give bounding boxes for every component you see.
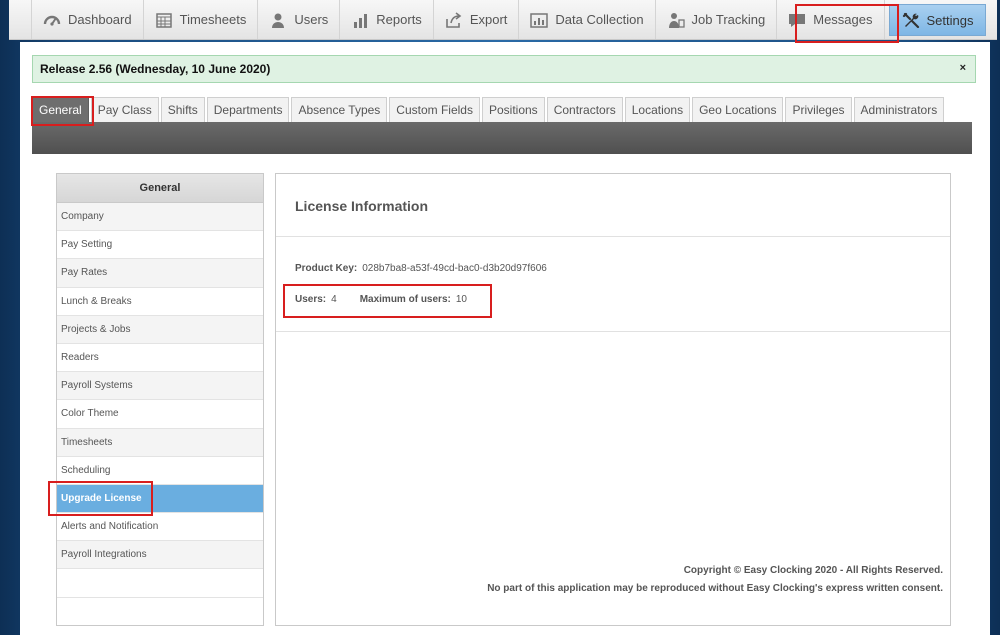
close-icon[interactable]: × xyxy=(960,62,966,74)
tab-contractors[interactable]: Contractors xyxy=(546,97,623,122)
copyright-text: Copyright © Easy Clocking 2020 - All Rig… xyxy=(683,565,943,576)
nav-label: Export xyxy=(469,12,508,27)
product-key-value: 028b7ba8-a53f-49cd-bac0-d3b20d97f606 xyxy=(362,263,547,274)
sidebar-item-empty xyxy=(57,569,263,598)
sidebar-item-scheduling[interactable]: Scheduling xyxy=(57,457,263,485)
message-icon xyxy=(789,13,806,27)
max-users-value: 10 xyxy=(455,294,467,305)
sidebar-item-timesheets[interactable]: Timesheets xyxy=(57,428,263,457)
nav-export[interactable]: Export xyxy=(434,0,520,39)
tab-privileges[interactable]: Privileges xyxy=(785,97,852,122)
sidebar-header: General xyxy=(57,174,263,203)
max-users-label: Maximum of users: xyxy=(359,294,451,305)
nav-settings[interactable]: Settings xyxy=(888,4,987,36)
sidebar-item-lunch-breaks[interactable]: Lunch & Breaks xyxy=(57,288,263,316)
divider xyxy=(276,331,950,332)
bar-chart-icon xyxy=(354,13,368,28)
nav-label: Users xyxy=(294,12,329,27)
data-collection-icon xyxy=(530,12,549,28)
tab-geo-locations[interactable]: Geo Locations xyxy=(692,97,784,122)
sidebar-list: Company Pay Setting Pay Rates Lunch & Br… xyxy=(57,203,263,598)
users-value: 4 xyxy=(331,294,337,305)
tab-locations[interactable]: Locations xyxy=(624,97,691,122)
release-banner: Release 2.56 (Wednesday, 10 June 2020) × xyxy=(32,55,976,83)
copyright-notice: No part of this application may be repro… xyxy=(487,583,943,594)
sidebar-item-upgrade-license[interactable]: Upgrade License xyxy=(57,484,263,514)
tab-shifts[interactable]: Shifts xyxy=(160,97,205,122)
nav-reports[interactable]: Reports xyxy=(340,0,434,39)
settings-icon xyxy=(902,12,919,28)
tab-positions[interactable]: Positions xyxy=(481,97,545,122)
tab-content-header xyxy=(32,122,972,154)
export-icon xyxy=(446,11,462,28)
nav-label: Data Collection xyxy=(555,12,644,27)
divider xyxy=(276,236,950,237)
users-label: Users: xyxy=(295,294,327,305)
nav-label: Reports xyxy=(376,12,422,27)
tab-custom-fields[interactable]: Custom Fields xyxy=(389,97,480,122)
tab-pay-class[interactable]: Pay Class xyxy=(90,97,159,122)
settings-sidebar: General Company Pay Setting Pay Rates Lu… xyxy=(56,173,264,626)
product-key-row: Product Key: 028b7ba8-a53f-49cd-bac0-d3b… xyxy=(295,263,547,274)
top-navigation: Dashboard Timesheets Users Reports Expor… xyxy=(9,0,997,40)
product-key-label: Product Key: xyxy=(295,263,358,274)
timesheets-icon xyxy=(155,12,172,28)
panel-title: License Information xyxy=(295,198,429,214)
nav-label: Timesheets xyxy=(179,12,247,27)
nav-dashboard[interactable]: Dashboard xyxy=(31,0,144,39)
users-row: Users: 4 Maximum of users: 10 xyxy=(295,294,467,305)
tab-administrators[interactable]: Administrators xyxy=(853,97,945,122)
nav-label: Messages xyxy=(813,12,873,27)
sidebar-item-pay-rates[interactable]: Pay Rates xyxy=(57,259,263,288)
sidebar-item-readers[interactable]: Readers xyxy=(57,344,263,373)
dashboard-icon xyxy=(43,15,61,26)
sidebar-item-pay-setting[interactable]: Pay Setting xyxy=(57,231,263,260)
sidebar-item-projects-jobs[interactable]: Projects & Jobs xyxy=(57,315,263,344)
nav-messages[interactable]: Messages xyxy=(777,0,885,39)
sidebar-item-company[interactable]: Company xyxy=(57,203,263,232)
sidebar-item-alerts-notification[interactable]: Alerts and Notification xyxy=(57,513,263,542)
nav-job-tracking[interactable]: Job Tracking xyxy=(656,0,778,39)
nav-label: Dashboard xyxy=(68,12,132,27)
nav-users[interactable]: Users xyxy=(258,0,341,39)
sidebar-item-color-theme[interactable]: Color Theme xyxy=(57,400,263,429)
job-tracking-icon xyxy=(668,12,685,28)
nav-timesheets[interactable]: Timesheets xyxy=(144,0,259,39)
tab-departments[interactable]: Departments xyxy=(206,97,290,122)
tab-general[interactable]: General xyxy=(32,97,89,122)
user-icon xyxy=(272,13,285,28)
settings-tabs: General Pay Class Shifts Departments Abs… xyxy=(32,97,945,122)
nav-label: Settings xyxy=(926,12,974,28)
sidebar-item-payroll-systems[interactable]: Payroll Systems xyxy=(57,372,263,401)
tab-absence-types[interactable]: Absence Types xyxy=(291,97,388,122)
sidebar-item-payroll-integrations[interactable]: Payroll Integrations xyxy=(57,541,263,570)
release-text: Release 2.56 (Wednesday, 10 June 2020) xyxy=(40,62,271,76)
license-panel: License Information Product Key: 028b7ba… xyxy=(275,173,951,626)
nav-data-collection[interactable]: Data Collection xyxy=(519,0,656,39)
content-sheet: Release 2.56 (Wednesday, 10 June 2020) ×… xyxy=(20,42,990,635)
nav-label: Job Tracking xyxy=(691,12,766,27)
